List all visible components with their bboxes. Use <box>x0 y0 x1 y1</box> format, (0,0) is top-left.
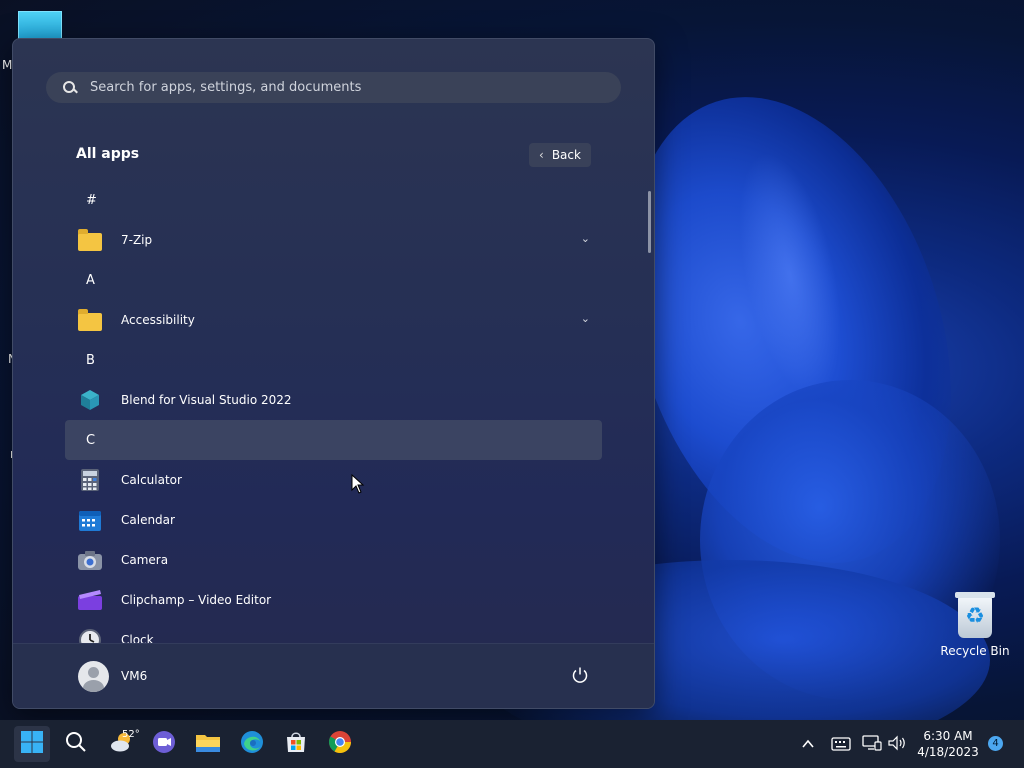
chrome-icon <box>327 729 353 759</box>
list-item-clipchamp[interactable]: Clipchamp – Video Editor <box>65 580 602 620</box>
recycle-bin-icon: ♻ <box>955 592 995 638</box>
list-item-clock[interactable]: Clock <box>65 620 602 643</box>
folder-icon <box>77 307 103 333</box>
list-item-blend[interactable]: Blend for Visual Studio 2022 <box>65 380 602 420</box>
letter-header-hash[interactable]: # <box>65 180 602 220</box>
blend-icon <box>77 387 103 413</box>
chevron-down-icon[interactable]: ⌄ <box>581 312 590 325</box>
file-explorer-icon <box>195 731 221 757</box>
desktop-label-partial: M <box>2 58 13 72</box>
app-label: Calculator <box>121 473 182 487</box>
recycle-bin[interactable]: ♻ Recycle Bin <box>940 592 1010 658</box>
chevron-down-icon[interactable]: ⌄ <box>581 232 590 245</box>
start-button[interactable] <box>14 726 50 762</box>
teams-meet-icon <box>151 729 177 759</box>
volume-icon[interactable] <box>887 735 907 755</box>
app-label: 7-Zip <box>121 233 153 247</box>
power-icon[interactable] <box>571 666 589 684</box>
list-item-camera[interactable]: Camera <box>65 540 602 580</box>
back-button-label: Back <box>551 148 581 162</box>
search-box[interactable]: Search for apps, settings, and documents <box>46 72 621 103</box>
store-icon <box>284 730 308 758</box>
file-explorer-button[interactable] <box>190 726 226 762</box>
clock-icon <box>77 627 103 643</box>
folder-icon <box>77 227 103 253</box>
letter-header-text: C <box>86 432 96 448</box>
camera-icon <box>77 547 103 573</box>
app-label: Blend for Visual Studio 2022 <box>121 393 292 407</box>
calculator-icon <box>77 467 103 493</box>
user-name[interactable]: VM6 <box>121 669 147 683</box>
mouse-cursor-icon <box>351 473 365 498</box>
weather-temperature: 52° <box>122 729 140 740</box>
clipchamp-icon <box>77 587 103 613</box>
edge-icon <box>239 729 265 759</box>
letter-header-text: B <box>86 352 95 368</box>
letter-header-text: A <box>86 272 95 288</box>
search-icon <box>63 80 77 95</box>
letter-header-b[interactable]: B <box>65 340 602 380</box>
edge-button[interactable] <box>234 726 270 762</box>
keyboard-icon[interactable] <box>831 736 851 755</box>
app-label: Clipchamp – Video Editor <box>121 593 272 607</box>
letter-header-c[interactable]: C <box>65 420 602 460</box>
app-label: Clock <box>121 633 154 643</box>
app-list: # 7-Zip ⌄ A Accessibility ⌄ B Blend for … <box>65 180 602 643</box>
list-item-accessibility[interactable]: Accessibility ⌄ <box>65 300 602 340</box>
back-button[interactable]: ‹ Back <box>529 143 591 167</box>
letter-header-text: # <box>86 192 97 208</box>
store-button[interactable] <box>278 726 314 762</box>
start-menu: Search for apps, settings, and documents… <box>12 38 655 709</box>
list-item-calculator[interactable]: Calculator <box>65 460 602 500</box>
app-label: Accessibility <box>121 313 195 327</box>
recycle-bin-label: Recycle Bin <box>940 644 1010 658</box>
clock-time: 6:30 AM <box>923 729 973 743</box>
list-item-calendar[interactable]: Calendar <box>65 500 602 540</box>
app-label: Calendar <box>121 513 175 527</box>
teams-button[interactable] <box>146 726 182 762</box>
all-apps-heading: All apps <box>76 146 140 162</box>
chevron-up-icon[interactable] <box>801 736 815 755</box>
calendar-icon <box>77 507 103 533</box>
chevron-left-icon: ‹ <box>539 148 544 162</box>
list-item-7zip[interactable]: 7-Zip ⌄ <box>65 220 602 260</box>
taskbar-search-button[interactable] <box>58 726 94 762</box>
app-label: Camera <box>121 553 169 567</box>
start-icon <box>20 730 44 758</box>
taskbar-clock[interactable]: 6:30 AM 4/18/2023 <box>912 728 984 760</box>
taskbar: 52° 6:30 AM 4/18/2023 4 <box>0 720 1024 768</box>
search-icon <box>64 730 88 758</box>
scrollbar-thumb[interactable] <box>648 191 651 253</box>
clock-date: 4/18/2023 <box>917 745 979 759</box>
user-avatar[interactable] <box>78 661 109 692</box>
network-icon[interactable] <box>862 735 882 755</box>
chrome-button[interactable] <box>322 726 358 762</box>
start-footer: VM6 <box>13 643 654 708</box>
letter-header-a[interactable]: A <box>65 260 602 300</box>
search-placeholder: Search for apps, settings, and documents <box>90 80 362 95</box>
notification-badge[interactable]: 4 <box>988 736 1003 751</box>
